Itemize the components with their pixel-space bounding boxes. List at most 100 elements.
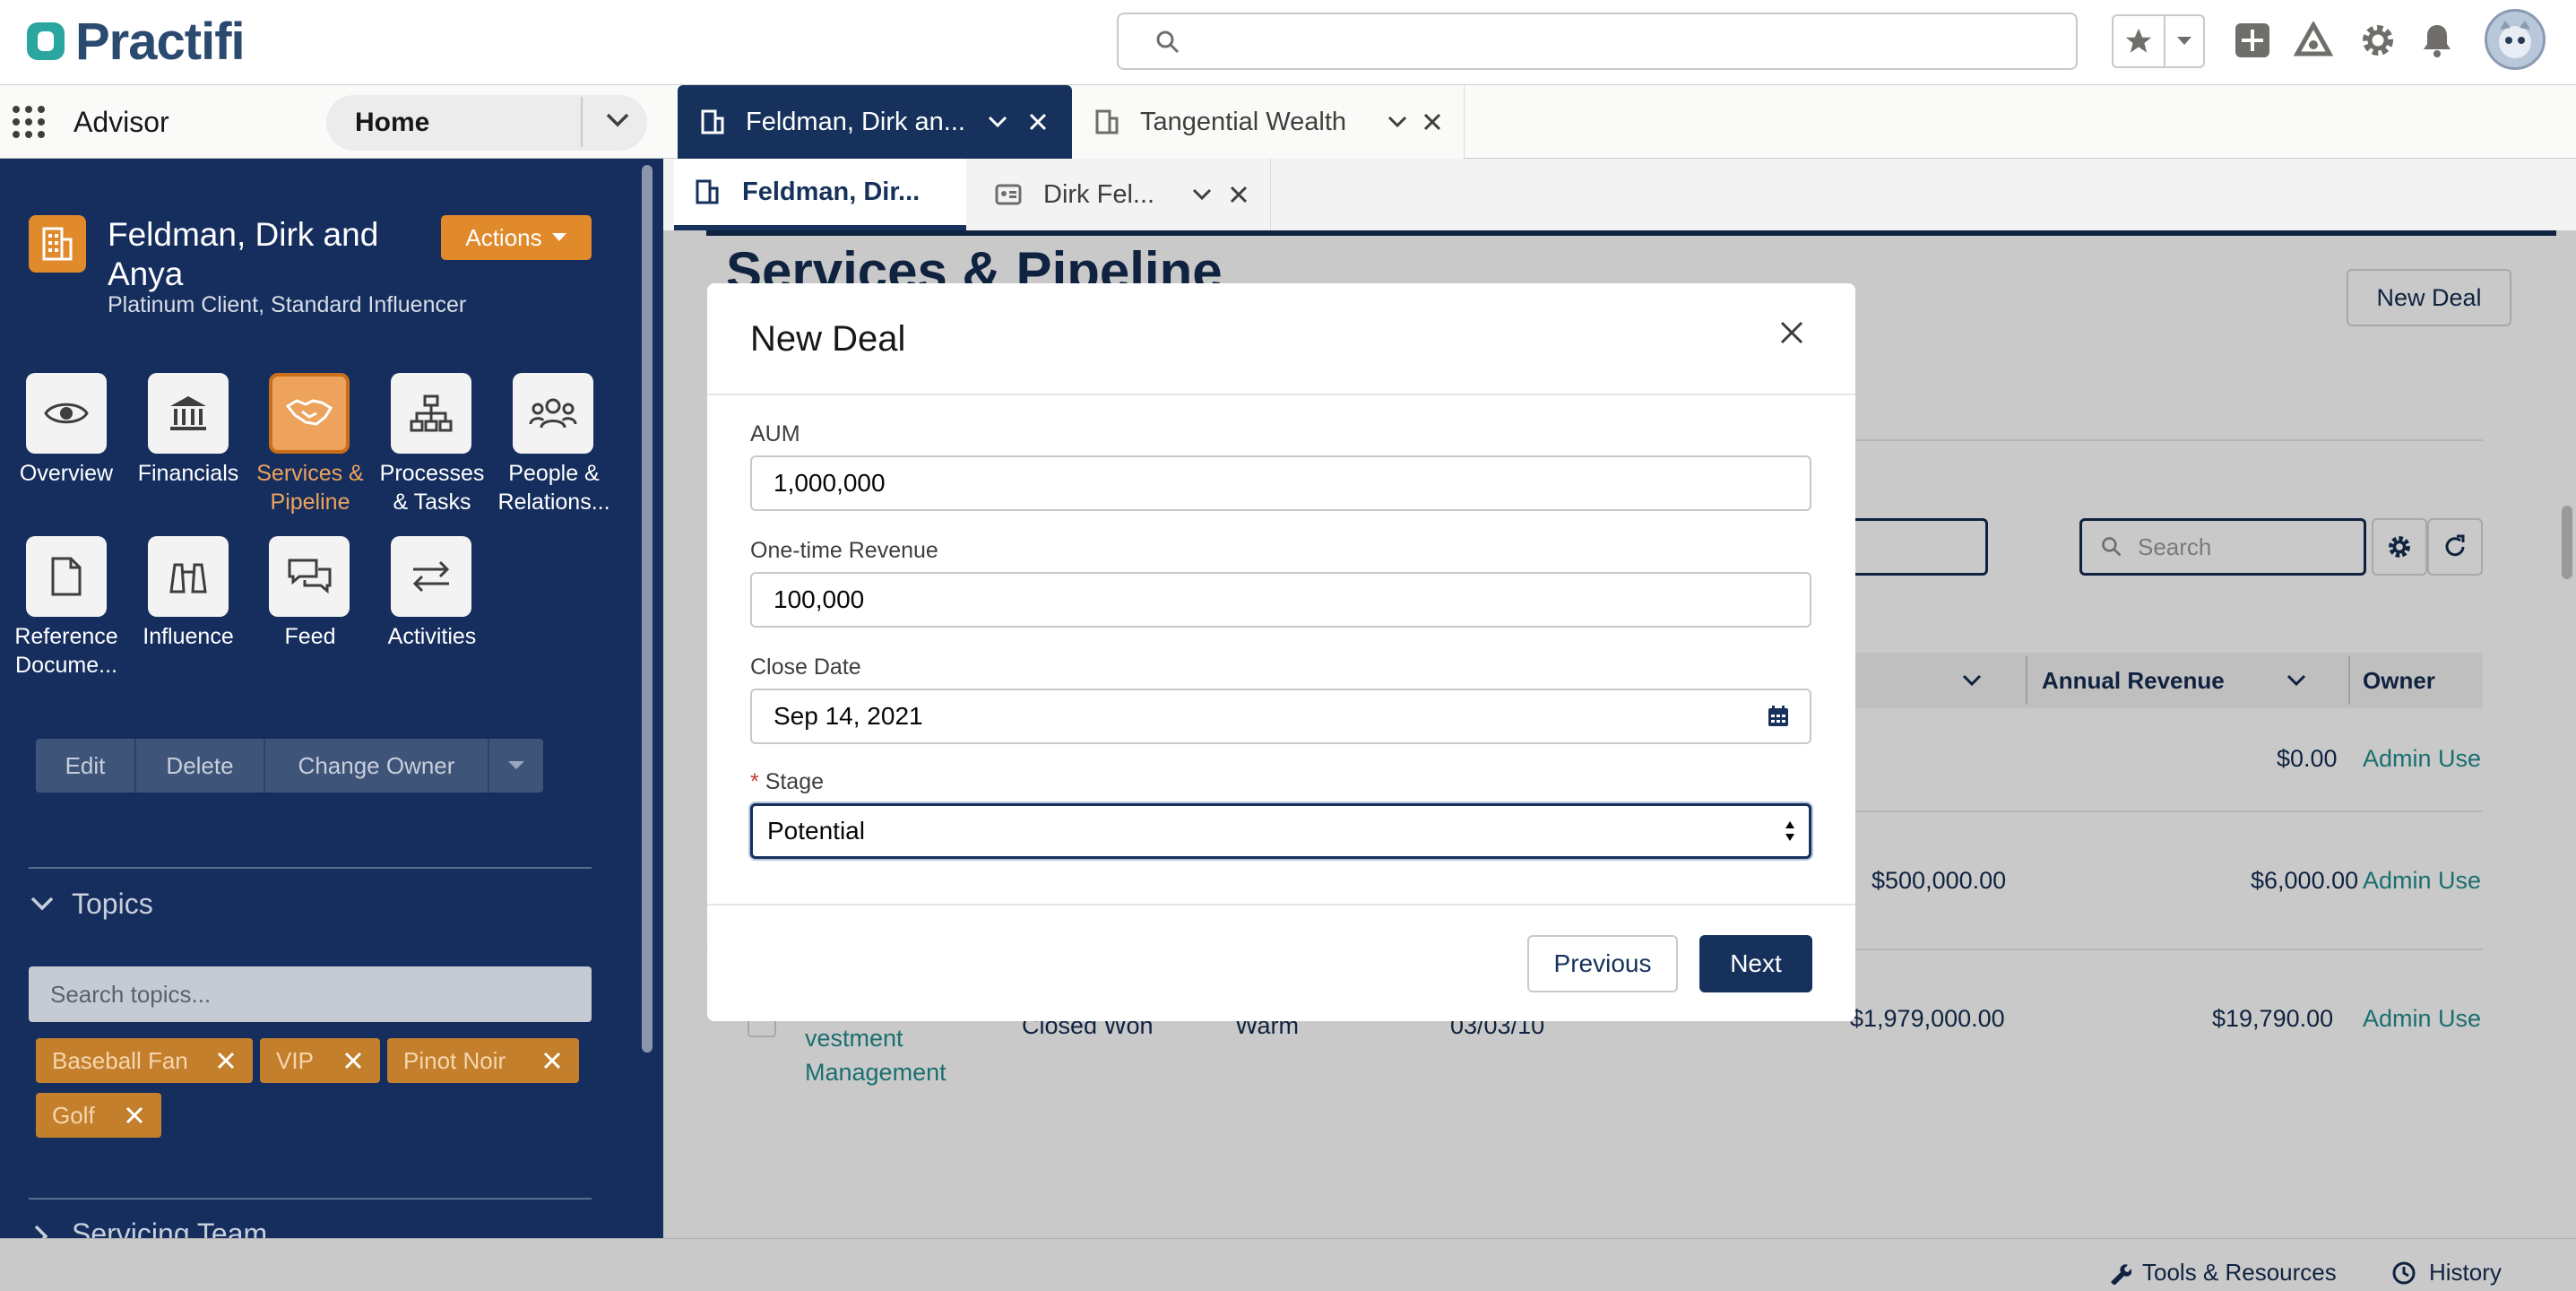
- history-button[interactable]: History: [2391, 1259, 2502, 1287]
- record-name: Feldman, Dirk and Anya: [108, 216, 379, 292]
- close-icon[interactable]: [344, 1052, 362, 1070]
- subtab-feldman[interactable]: Feldman, Dir...: [674, 159, 966, 230]
- chat-icon: [288, 559, 332, 594]
- aum-input[interactable]: 1,000,000: [750, 455, 1811, 511]
- tab-feldman-household[interactable]: Feldman, Dirk an...: [678, 85, 1072, 159]
- gear-icon[interactable]: [2357, 20, 2399, 61]
- tile-feed[interactable]: [269, 536, 350, 617]
- logo-text: Practifi: [75, 12, 246, 71]
- tile-activities[interactable]: [391, 536, 471, 617]
- next-button[interactable]: Next: [1699, 935, 1812, 992]
- star-icon[interactable]: [2114, 16, 2165, 66]
- one-time-revenue-label: One-time Revenue: [750, 538, 938, 563]
- list-view-selector[interactable]: [1850, 518, 1988, 576]
- favorites-dropdown-icon[interactable]: [2165, 16, 2203, 66]
- chevron-down-icon[interactable]: [30, 897, 54, 911]
- tools-resources-button[interactable]: Tools & Resources: [2108, 1259, 2337, 1287]
- subtab-dirk[interactable]: Dirk Fel...: [966, 159, 1271, 230]
- contact-card-icon: [995, 184, 1022, 205]
- tile-influence[interactable]: [148, 536, 229, 617]
- close-icon[interactable]: [125, 1106, 143, 1124]
- subtab-label: Dirk Fel...: [1043, 179, 1155, 209]
- list-search-input[interactable]: Search: [2079, 518, 2366, 576]
- chevron-down-icon[interactable]: [988, 116, 1007, 128]
- tile-people-relationships[interactable]: [513, 373, 593, 454]
- close-icon[interactable]: [1029, 113, 1047, 131]
- refresh-icon: [2445, 534, 2465, 557]
- tile-label: Financials: [137, 461, 239, 486]
- close-icon[interactable]: [1230, 186, 1248, 204]
- topic-pill: Pinot Noir: [387, 1038, 579, 1083]
- wrench-icon: [2111, 1263, 2131, 1285]
- add-icon[interactable]: [2232, 20, 2273, 61]
- list-settings-button[interactable]: [2372, 518, 2427, 576]
- swap-icon: [412, 560, 450, 593]
- calendar-icon[interactable]: [1767, 705, 1790, 728]
- owner-link[interactable]: Admin Use: [2363, 745, 2481, 773]
- new-deal-button[interactable]: New Deal: [2347, 269, 2511, 326]
- actions-button[interactable]: Actions: [441, 215, 592, 260]
- owner-link[interactable]: Admin Use: [2363, 867, 2481, 895]
- astro-avatar-icon: [2499, 21, 2531, 58]
- close-date-input[interactable]: Sep 14, 2021: [750, 689, 1811, 744]
- sidebar-scrollbar[interactable]: [642, 165, 653, 1053]
- tile-label: Processes & Tasks: [379, 461, 485, 515]
- page-title-clip: Services & Pipeline: [726, 240, 1353, 283]
- close-icon[interactable]: [543, 1052, 561, 1070]
- handshake-icon: [286, 399, 333, 426]
- column-header-owner[interactable]: Owner: [2363, 667, 2435, 695]
- practifi-logo[interactable]: Practifi: [23, 13, 246, 71]
- topics-search-input[interactable]: Search topics...: [29, 966, 592, 1022]
- main-scrollbar[interactable]: [2562, 506, 2572, 579]
- caret-down-icon: [551, 233, 566, 241]
- temperature-cell: Warm: [1235, 1021, 1299, 1037]
- tab-tangential-wealth[interactable]: Tangential Wealth: [1072, 85, 1465, 159]
- close-icon[interactable]: [217, 1052, 235, 1070]
- refresh-button[interactable]: [2427, 518, 2483, 576]
- chevron-down-icon[interactable]: [1387, 116, 1407, 128]
- section-accent-bar: [706, 230, 2556, 236]
- tile-reference-documents[interactable]: [26, 536, 107, 617]
- annual-revenue-cell: $19,790.00: [2212, 1005, 2334, 1032]
- modal-footer: [707, 904, 1855, 1021]
- servicing-team-section[interactable]: Servicing Team: [0, 1201, 642, 1238]
- trailhead-icon[interactable]: [2293, 20, 2334, 61]
- tile-label: Services & Pipeline: [256, 461, 364, 515]
- tile-processes-tasks[interactable]: [391, 373, 471, 454]
- owner-link[interactable]: Admin Use: [2363, 1005, 2481, 1033]
- chevron-down-icon[interactable]: [2286, 674, 2307, 687]
- practifi-logo-icon: [27, 22, 65, 60]
- stage-select[interactable]: Potential: [750, 803, 1811, 859]
- change-owner-button[interactable]: Change Owner: [265, 739, 489, 793]
- column-header-annual-revenue[interactable]: Annual Revenue: [2042, 667, 2225, 695]
- bank-icon: [170, 396, 206, 430]
- tab-label: Tangential Wealth: [1140, 107, 1347, 136]
- close-icon[interactable]: [1423, 113, 1441, 131]
- edit-button[interactable]: Edit: [36, 739, 136, 793]
- tile-overview[interactable]: [26, 373, 107, 454]
- chevron-down-icon[interactable]: [1192, 188, 1212, 201]
- annual-revenue-cell: $6,000.00: [2251, 867, 2359, 894]
- tile-services-pipeline[interactable]: [269, 373, 350, 454]
- global-search-input[interactable]: [1117, 13, 2078, 70]
- clock-icon: [2392, 1261, 2416, 1284]
- record-action-group: Edit Delete Change Owner: [36, 739, 543, 793]
- one-time-revenue-input[interactable]: 100,000: [750, 572, 1811, 628]
- close-icon[interactable]: [1780, 321, 1803, 344]
- building-icon: [1095, 109, 1119, 134]
- row-checkbox[interactable]: [748, 1021, 776, 1037]
- tile-financials[interactable]: [148, 373, 229, 454]
- previous-button[interactable]: Previous: [1527, 935, 1678, 992]
- topics-heading: Topics: [72, 888, 153, 920]
- bell-icon[interactable]: [2416, 20, 2458, 61]
- delete-button[interactable]: Delete: [136, 739, 265, 793]
- home-label: Home: [355, 108, 430, 137]
- deal-name-link[interactable]: vestment Management: [805, 1021, 947, 1089]
- app-launcher-icon[interactable]: [11, 104, 47, 140]
- avatar[interactable]: [2485, 9, 2546, 70]
- chevron-down-icon[interactable]: [606, 113, 629, 127]
- household-icon: [29, 215, 86, 273]
- chevron-down-icon[interactable]: [1961, 674, 1983, 687]
- select-arrows-icon: [1785, 821, 1794, 841]
- more-actions-button[interactable]: [489, 739, 543, 793]
